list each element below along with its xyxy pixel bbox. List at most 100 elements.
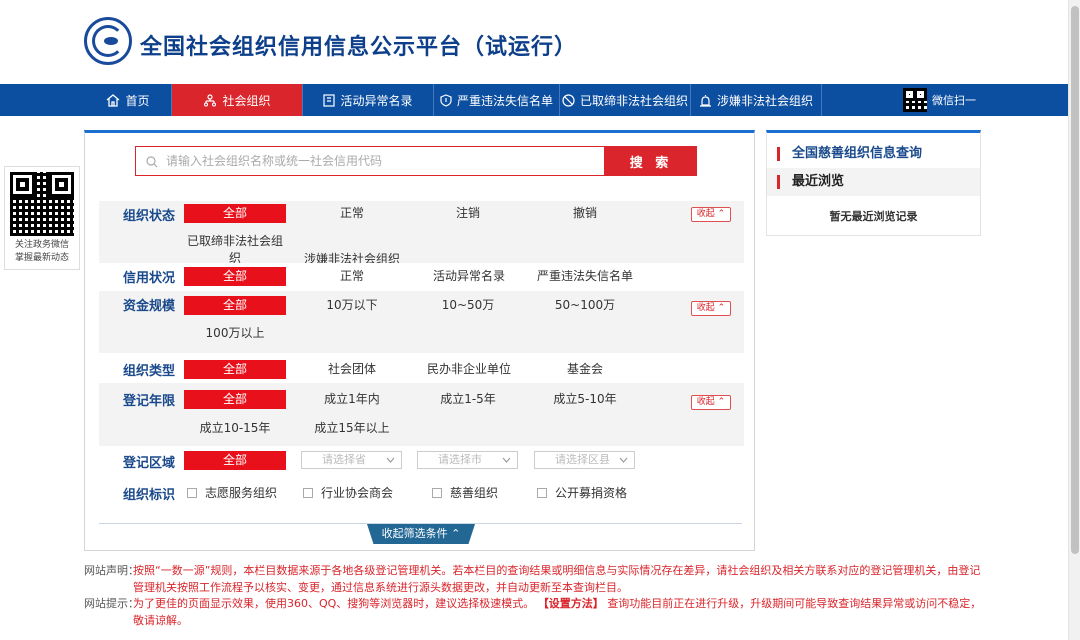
nav-item-suspected-orgs[interactable]: 涉嫌非法社会组织 — [691, 84, 822, 116]
sidebar-panel: 全国慈善组织信息查询 最近浏览 暂无最近浏览记录 — [766, 130, 981, 236]
city-select-placeholder: 请选择市 — [438, 453, 482, 466]
statement-key: 网站声明： — [84, 564, 139, 577]
recent-title-row: 最近浏览 — [767, 168, 980, 196]
nav-label: 已取缔非法社会组织 — [579, 93, 688, 108]
nav-item-abnormal-list[interactable]: 活动异常名录 — [303, 84, 434, 116]
checkbox-label: 慈善组织 — [450, 486, 499, 500]
checkbox[interactable] — [537, 487, 547, 498]
side-qr-line2: 掌握最新动态 — [14, 253, 69, 263]
collapse-button[interactable]: 收起 ⌃ — [691, 301, 731, 316]
filter-option[interactable]: 活动异常名录 — [417, 267, 521, 286]
alarm-icon — [699, 94, 711, 107]
ban-icon — [562, 93, 575, 107]
filter-option-all[interactable]: 全部 — [184, 296, 286, 315]
filter-panel: 搜 索 组织状态 全部 正常 注销 撤销 已取缔非法社会组织 涉嫌非法社会组织 … — [84, 130, 755, 551]
tip-line: 网站提示： 为了更佳的页面显示效果，使用360、QQ、搜狗等浏览器时，建议选择极… — [84, 596, 984, 629]
filter-option-all[interactable]: 全部 — [184, 390, 286, 409]
filter-row-tags: 组织标识 志愿服务组织 行业协会商会 慈善组织 公开募捐资格 — [99, 476, 744, 506]
filter-option-all[interactable]: 全部 — [184, 267, 286, 286]
tip-text-a: 为了更佳的页面显示效果，使用360、QQ、搜狗等浏览器时，建议选择极速模式。 — [133, 597, 535, 610]
nav-item-social-org[interactable]: 社会组织 — [172, 84, 303, 116]
nav-item-home[interactable]: 首页 — [85, 84, 172, 116]
filter-option[interactable]: 社会团体 — [301, 360, 403, 379]
filter-option[interactable]: 涉嫌非法社会组织 — [287, 250, 417, 263]
filter-option-all[interactable]: 全部 — [184, 204, 286, 223]
province-select[interactable]: 请选择省 — [301, 451, 402, 469]
list-icon — [323, 93, 336, 107]
site-notice: 网站声明： 按照“一数一源”规则，本栏目数据来源于各地各级登记管理机关。若本栏目… — [84, 563, 984, 629]
tag-checkbox-charity[interactable]: 慈善组织 — [432, 484, 498, 501]
toggle-filters-button[interactable]: 收起筛选条件 ⌃ — [367, 524, 475, 544]
nav-label: 首页 — [125, 93, 150, 108]
filter-option[interactable]: 成立1年内 — [301, 390, 403, 409]
filter-label: 登记年限 — [123, 394, 176, 409]
collapse-label: 收起 — [696, 303, 715, 313]
filter-label: 信用状况 — [123, 271, 176, 286]
recent-title: 最近浏览 — [792, 174, 845, 189]
district-select[interactable]: 请选择区县 — [534, 451, 635, 469]
filter-option[interactable]: 注销 — [417, 204, 519, 223]
page-scrollbar[interactable] — [1068, 0, 1080, 640]
tip-key: 网站提示： — [84, 597, 139, 610]
tag-checkbox-fundraising[interactable]: 公开募捐资格 — [537, 484, 627, 501]
filter-option[interactable]: 50~100万 — [534, 296, 636, 315]
shield-icon — [440, 93, 452, 107]
filter-option[interactable]: 成立15年以上 — [301, 419, 403, 438]
collapse-button[interactable]: 收起 ⌃ — [691, 395, 731, 410]
filter-option[interactable]: 成立10-15年 — [184, 419, 286, 438]
filter-option[interactable]: 10~50万 — [417, 296, 519, 315]
checkbox[interactable] — [187, 487, 197, 498]
site-logo[interactable] — [84, 17, 132, 65]
filter-row-years: 登记年限 全部 成立1年内 成立1-5年 成立5-10年 成立10-15年 成立… — [99, 383, 744, 446]
filter-option-all[interactable]: 全部 — [184, 451, 286, 470]
search-input[interactable] — [166, 151, 596, 171]
filter-option[interactable]: 正常 — [301, 267, 403, 286]
nav-label: 严重违法失信名单 — [456, 93, 553, 108]
filter-option[interactable]: 10万以下 — [301, 296, 403, 315]
checkbox[interactable] — [303, 487, 313, 498]
qr-code-icon — [903, 88, 927, 112]
charity-query-label: 全国慈善组织信息查询 — [792, 146, 923, 161]
filter-row-type: 组织类型 全部 社会团体 民办非企业单位 基金会 — [99, 353, 744, 383]
checkbox-label: 行业协会商会 — [321, 486, 394, 500]
chevron-down-icon — [619, 457, 628, 463]
tag-checkbox-industry[interactable]: 行业协会商会 — [303, 484, 393, 501]
main-nav: 首页 社会组织 活动异常名录 严重违法失信名单 已取缔非法社会组织 涉嫌非法社会… — [0, 84, 1068, 116]
wechat-label: 微信扫一 — [932, 94, 976, 107]
filter-option[interactable]: 正常 — [301, 204, 403, 223]
nav-item-banned-orgs[interactable]: 已取缔非法社会组织 — [560, 84, 691, 116]
filter-option[interactable]: 成立1-5年 — [417, 390, 519, 409]
checkbox[interactable] — [432, 487, 442, 498]
charity-query-link[interactable]: 全国慈善组织信息查询 — [767, 140, 980, 168]
filter-option[interactable]: 民办非企业单位 — [417, 360, 521, 379]
filter-option[interactable]: 100万以上 — [184, 324, 286, 343]
home-icon — [107, 93, 120, 107]
city-select[interactable]: 请选择市 — [417, 451, 518, 469]
search-button[interactable]: 搜 索 — [605, 146, 697, 176]
filter-option[interactable]: 成立5-10年 — [534, 390, 636, 409]
filter-option-all[interactable]: 全部 — [184, 360, 286, 379]
collapse-button[interactable]: 收起 ⌃ — [691, 207, 731, 222]
settings-method-link[interactable]: 【设置方法】 — [538, 597, 604, 610]
accent-bar — [777, 147, 780, 161]
filter-option[interactable]: 严重违法失信名单 — [529, 267, 641, 286]
filter-row-credit: 信用状况 全部 正常 活动异常名录 严重违法失信名单 — [99, 263, 744, 291]
filter-label: 资金规模 — [123, 299, 176, 314]
wechat-scan[interactable]: 微信扫一 — [903, 86, 976, 114]
nav-item-blacklist[interactable]: 严重违法失信名单 — [434, 84, 560, 116]
divider — [99, 523, 742, 524]
filter-option[interactable]: 撤销 — [534, 204, 636, 223]
scrollbar-thumb[interactable] — [1071, 6, 1079, 554]
filter-option[interactable]: 已取缔非法社会组织 — [184, 233, 286, 263]
checkbox-label: 公开募捐资格 — [555, 486, 628, 500]
checkbox-label: 志愿服务组织 — [205, 486, 278, 500]
search-icon — [146, 156, 158, 168]
filter-option[interactable]: 基金会 — [534, 360, 636, 379]
accent-bar — [777, 175, 780, 189]
tag-checkbox-volunteer[interactable]: 志愿服务组织 — [187, 484, 277, 501]
nav-label: 活动异常名录 — [340, 93, 413, 108]
org-tree-icon — [204, 93, 217, 107]
recent-empty-text: 暂无最近浏览记录 — [829, 210, 918, 223]
site-header: 全国社会组织信用信息公示平台（试运行） — [0, 0, 1068, 84]
district-select-placeholder: 请选择区县 — [555, 453, 610, 466]
